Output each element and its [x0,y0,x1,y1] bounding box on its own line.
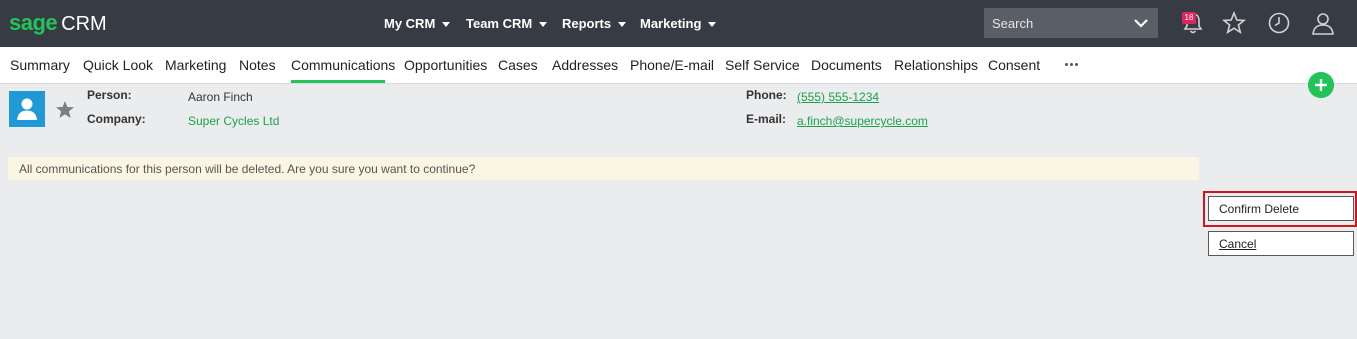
logo-sage-text: sage [9,10,58,35]
topnav-label: My CRM [384,16,436,31]
caret-down-icon [442,21,451,27]
user-profile-icon[interactable] [1310,10,1336,36]
tab-consent[interactable]: Consent [988,57,1040,73]
topnav-label: Team CRM [466,16,533,31]
company-link[interactable]: Super Cycles Ltd [188,114,279,128]
caret-down-icon [708,21,717,27]
add-plus-icon[interactable] [1308,72,1334,98]
tab-cases[interactable]: Cases [498,57,538,73]
tab-summary[interactable]: Summary [10,57,70,73]
sage-crm-logo[interactable]: sage CRM [9,10,107,36]
favorite-star-icon[interactable] [55,100,75,120]
topnav-reports[interactable]: Reports [562,16,627,31]
topnav-marketing[interactable]: Marketing [640,16,717,31]
email-label: E-mail: [746,112,787,126]
company-label: Company: [87,112,146,126]
clock-icon[interactable] [1266,10,1292,36]
caret-down-icon [618,21,627,27]
topnav-label: Marketing [640,16,702,31]
tab-addresses[interactable]: Addresses [552,57,618,73]
tab-communications[interactable]: Communications [291,57,395,73]
person-label: Person: [87,88,132,102]
star-icon[interactable] [1221,10,1247,36]
tab-bar: Summary Quick Look Marketing Notes Commu… [0,47,1357,84]
top-bar: sage CRM My CRM Team CRM Reports Marketi… [0,0,1357,47]
person-value: Aaron Finch [188,90,253,104]
search-input[interactable]: Search [984,8,1158,38]
notification-count-badge: 18 [1182,12,1196,24]
cancel-button[interactable]: Cancel [1208,231,1354,256]
topnav-my-crm[interactable]: My CRM [384,16,451,31]
tab-notes[interactable]: Notes [239,57,276,73]
tab-documents[interactable]: Documents [811,57,882,73]
more-tabs-icon[interactable] [1065,63,1078,66]
logo-crm-text: CRM [61,13,107,35]
tab-marketing[interactable]: Marketing [165,57,226,73]
person-avatar-icon [9,91,45,127]
tab-self-service[interactable]: Self Service [725,57,800,73]
cancel-button-label: Cancel [1219,237,1257,251]
tab-relationships[interactable]: Relationships [894,57,978,73]
active-tab-indicator [291,80,385,83]
topnav-team-crm[interactable]: Team CRM [466,16,548,31]
chevron-down-icon[interactable] [1132,14,1150,32]
delete-warning-message: All communications for this person will … [8,157,1199,180]
confirm-delete-button[interactable]: Confirm Delete [1208,196,1354,221]
caret-down-icon [539,21,548,27]
phone-label: Phone: [746,88,787,102]
tab-phone-email[interactable]: Phone/E-mail [630,57,714,73]
search-placeholder: Search [992,16,1034,31]
tab-quick-look[interactable]: Quick Look [83,57,153,73]
phone-link[interactable]: (555) 555-1234 [797,90,879,104]
topnav-label: Reports [562,16,612,31]
tab-opportunities[interactable]: Opportunities [404,57,487,73]
email-link[interactable]: a.finch@supercycle.com [797,114,928,128]
